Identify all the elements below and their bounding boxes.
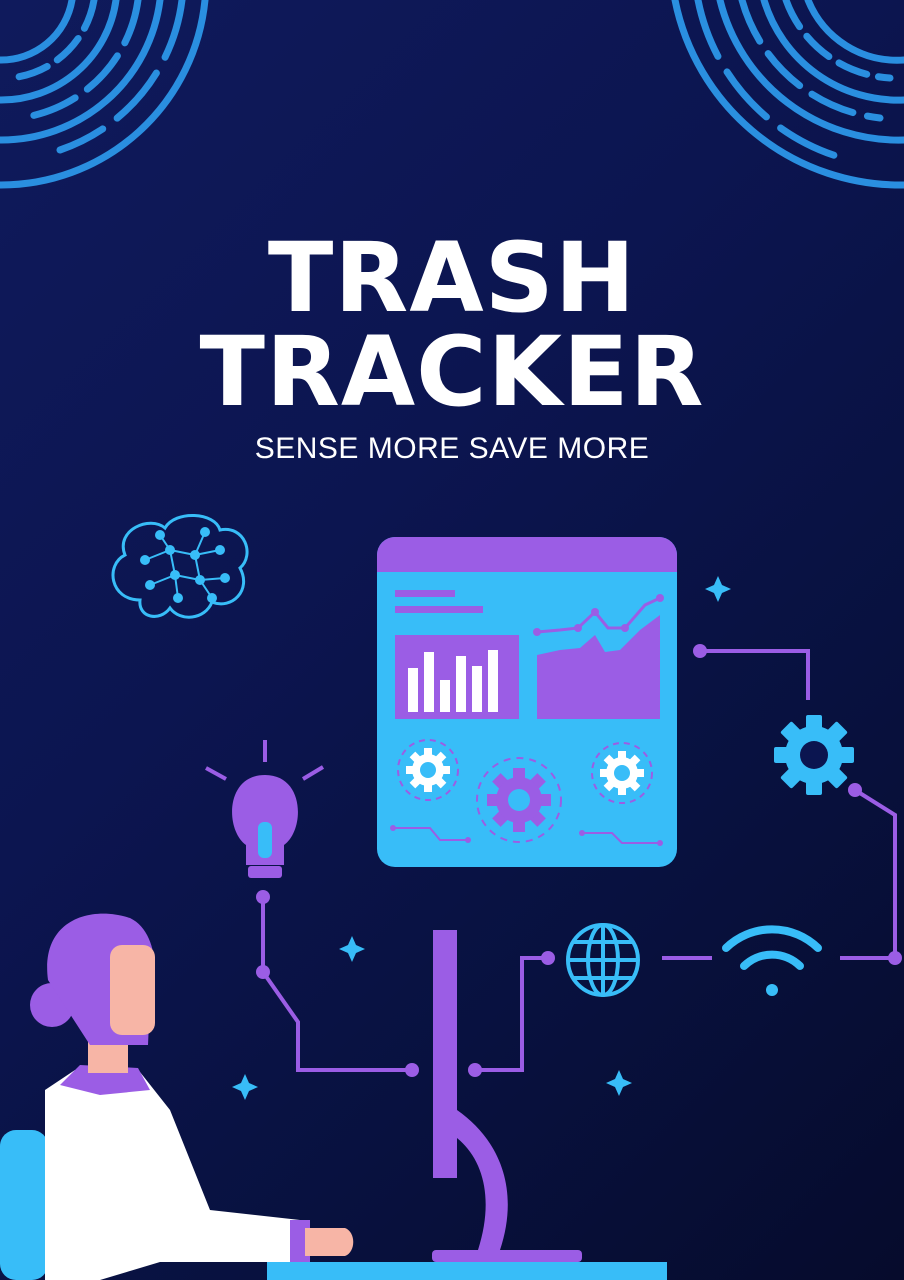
poster: TRASH TRACKER SENSE MORE SAVE MORE xyxy=(0,0,904,1280)
title-line-1: TRASH xyxy=(267,222,637,334)
brain-network-icon xyxy=(111,514,249,619)
wifi-icon xyxy=(722,925,822,996)
illustration xyxy=(0,0,904,1280)
dashboard-screen-icon xyxy=(377,537,677,867)
globe-icon xyxy=(566,923,640,997)
title-line-2: TRACKER xyxy=(199,316,705,428)
concentric-arcs-icon-left xyxy=(0,0,209,189)
gear-icon-right xyxy=(774,715,854,795)
tagline: SENSE MORE SAVE MORE xyxy=(254,432,650,465)
desk xyxy=(267,1262,667,1280)
person-illustration xyxy=(0,913,354,1280)
monitor-stand-icon xyxy=(432,930,582,1262)
concentric-arcs-icon-right xyxy=(671,0,904,189)
bar-chart-icon xyxy=(395,635,519,719)
lightbulb-icon xyxy=(205,740,325,878)
